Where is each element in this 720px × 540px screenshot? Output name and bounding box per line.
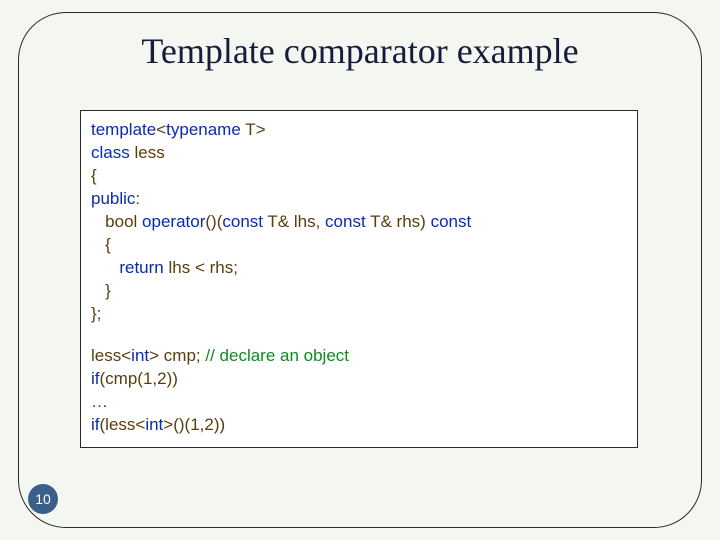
code-block: template<typename T> class less { public… xyxy=(91,119,627,437)
code-text xyxy=(91,258,119,277)
keyword: class xyxy=(91,143,130,162)
code-text: ()( xyxy=(205,212,222,231)
code-text: >()(1,2)) xyxy=(163,415,225,434)
code-text: { xyxy=(91,166,97,185)
keyword: const xyxy=(431,212,472,231)
code-text: bool xyxy=(91,212,142,231)
code-text: (less< xyxy=(100,415,146,434)
code-text: T> xyxy=(241,120,266,139)
code-text: lhs < rhs; xyxy=(164,258,238,277)
code-text: (cmp(1,2)) xyxy=(100,369,178,388)
code-text: T& lhs, xyxy=(263,212,325,231)
page-number: 10 xyxy=(35,491,51,507)
keyword: return xyxy=(119,258,163,277)
code-text: < xyxy=(156,120,166,139)
keyword: const xyxy=(222,212,263,231)
keyword: template xyxy=(91,120,156,139)
slide: Template comparator example template<typ… xyxy=(0,0,720,540)
keyword: public xyxy=(91,189,135,208)
code-text: T& rhs) xyxy=(366,212,431,231)
keyword: const xyxy=(325,212,366,231)
keyword: operator xyxy=(142,212,205,231)
code-text: : xyxy=(135,189,140,208)
comment: // declare an object xyxy=(205,346,349,365)
code-text: }; xyxy=(91,304,101,323)
code-text: … xyxy=(91,392,108,411)
slide-title: Template comparator example xyxy=(0,30,720,72)
code-text: > cmp; xyxy=(149,346,205,365)
code-text: less< xyxy=(91,346,131,365)
code-text: { xyxy=(91,235,111,254)
page-number-badge: 10 xyxy=(28,484,58,514)
keyword: if xyxy=(91,369,100,388)
keyword: typename xyxy=(166,120,241,139)
code-text: } xyxy=(91,281,111,300)
code-box: template<typename T> class less { public… xyxy=(80,110,638,448)
keyword: int xyxy=(131,346,149,365)
spacer xyxy=(91,325,627,345)
code-text: less xyxy=(130,143,165,162)
keyword: if xyxy=(91,415,100,434)
keyword: int xyxy=(145,415,163,434)
